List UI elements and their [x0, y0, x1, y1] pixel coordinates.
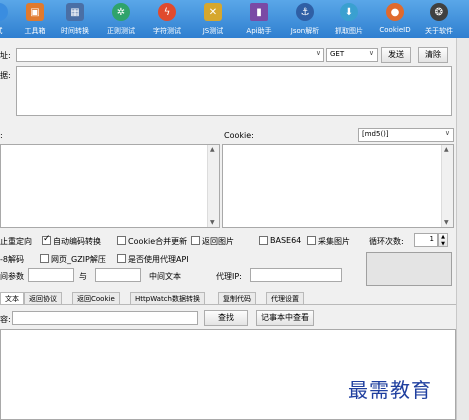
gear-wheel-icon: ✲ [112, 3, 130, 21]
tab-text[interactable]: 文本 [0, 292, 24, 304]
cookie-merge-checkbox[interactable] [117, 236, 126, 245]
clear-button[interactable]: 清除 [418, 47, 448, 63]
find-button[interactable]: 查找 [204, 310, 248, 326]
toolbar-item-about[interactable]: ❂ 关于软件 [420, 0, 458, 38]
cookie-textarea[interactable]: ▲ ▼ [222, 144, 454, 228]
aperture-icon: ❂ [430, 3, 448, 21]
base64-label: BASE64 [270, 236, 302, 245]
use-proxy-checkbox[interactable] [117, 254, 126, 263]
url-label: 址: [0, 51, 11, 60]
tools-icon: ✕ [204, 3, 222, 21]
auto-encode-checkbox[interactable] [42, 234, 51, 245]
toolbar-item-char-test[interactable]: ϟ 字符测试 [148, 0, 186, 38]
tab-copy-code[interactable]: 复制代码 [218, 292, 256, 304]
search-content-label: 容: [0, 315, 11, 324]
toolbar-item-api-helper[interactable]: ▮ Api助手 [240, 0, 278, 38]
lightning-icon: ϟ [158, 3, 176, 21]
cookie-scrollbar[interactable]: ▲ ▼ [441, 145, 453, 227]
toolbar-item-time-convert[interactable]: ▦ 时间转换 [56, 0, 94, 38]
anchor-icon: ⚓ [296, 3, 314, 21]
scroll-up-icon[interactable]: ▲ [444, 146, 449, 153]
return-image-checkbox[interactable] [191, 236, 200, 245]
post-data-input[interactable] [16, 66, 452, 116]
watermark-text: 最需教育 [348, 378, 432, 402]
proxy-ip-input[interactable] [250, 268, 342, 282]
open-in-notepad-button[interactable]: 记事本中查看 [256, 310, 314, 326]
headers-textarea[interactable]: ▲ ▼ [0, 144, 220, 228]
loop-count-spinner[interactable]: ▲ ▼ [438, 233, 448, 247]
toolbar-item-label: 正则测试 [107, 27, 135, 35]
and-label: 与 [79, 272, 87, 281]
tab-response-cookie[interactable]: 返回Cookie [72, 292, 120, 304]
toolbar-item-label: JS测试 [202, 27, 224, 35]
tab-divider [0, 304, 456, 305]
toolbar-item-regex-test[interactable]: ✲ 正则测试 [102, 0, 140, 38]
cookie-icon: ● [386, 3, 404, 21]
search-content-input[interactable] [12, 311, 198, 325]
toolbar-item-cookie-id[interactable]: ● CookieID [376, 0, 414, 38]
toolbar-item-label: Api助手 [246, 27, 272, 35]
chevron-down-icon: ∨ [368, 49, 374, 57]
toolbar: 试 ▣ 工具箱 ▦ 时间转换 ✲ 正则测试 ϟ 字符测试 ✕ JS测试 ▮ Ap… [0, 0, 469, 38]
toolbar-item-toolbox[interactable]: ▣ 工具箱 [16, 0, 54, 38]
toolbar-item-label: 字符测试 [153, 27, 181, 35]
auto-encode-label: 自动编码转换 [53, 237, 101, 246]
toolbar-item-grab-image[interactable]: ⬇ 抓取图片 [330, 0, 368, 38]
gzip-label: 网页_GZIP解压 [51, 255, 106, 264]
tab-response-protocol[interactable]: 返回协议 [24, 292, 62, 304]
loop-count-label: 循环次数: [369, 237, 404, 246]
return-image-label: 返回图片 [202, 237, 234, 246]
image-preview-box [366, 252, 452, 286]
headers-label: : [0, 131, 3, 140]
utf8-decode-label: -8解码 [0, 255, 24, 264]
use-proxy-label: 是否使用代理API [128, 255, 189, 264]
tab-httpwatch-convert[interactable]: HttpWatch数据转换 [130, 292, 205, 304]
scroll-up-icon[interactable]: ▲ [210, 146, 215, 153]
proxy-ip-label: 代理IP: [216, 272, 242, 281]
post-data-label: 据: [0, 71, 11, 80]
toolbar-item-label: CookieID [379, 26, 411, 34]
no-redirect-label: 止重定向 [0, 237, 32, 246]
url-dropdown-chevron-icon[interactable]: ∨ [316, 49, 321, 57]
url-input[interactable]: ∨ [16, 48, 324, 62]
param-end-input[interactable] [95, 268, 141, 282]
toolbar-item-label: 抓取图片 [335, 27, 363, 35]
cookie-merge-label: Cookie合并更新 [128, 237, 188, 246]
calendar-icon: ▦ [66, 3, 84, 21]
toolbar-item-label: 时间转换 [61, 27, 89, 35]
gzip-checkbox[interactable] [40, 254, 49, 263]
param-start-input[interactable] [28, 268, 74, 282]
mid-text-label: 中间文本 [149, 272, 181, 281]
download-icon: ⬇ [340, 3, 358, 21]
toolbar-item-label: 关于软件 [425, 27, 453, 35]
cookie-format-select[interactable]: [md5()] ∨ [358, 128, 454, 142]
window-right-edge [456, 38, 469, 420]
tab-proxy-settings[interactable]: 代理设置 [266, 292, 304, 304]
headers-scrollbar[interactable]: ▲ ▼ [207, 145, 219, 227]
method-value: GET [330, 50, 345, 58]
loop-count-value: 1 [429, 235, 434, 243]
chevron-down-icon: ∨ [444, 129, 450, 137]
cookie-label: Cookie: [224, 131, 254, 140]
collect-image-label: 采集图片 [318, 237, 350, 246]
collect-image-checkbox[interactable] [307, 236, 316, 245]
toolbar-item-json-parse[interactable]: ⚓ Json解析 [286, 0, 324, 38]
method-select[interactable]: GET ∨ [326, 48, 378, 62]
toolbox-icon: ▣ [26, 3, 44, 21]
cookie-format-value: [md5()] [362, 130, 389, 138]
scroll-down-icon[interactable]: ▼ [210, 219, 215, 226]
scroll-down-icon[interactable]: ▼ [444, 219, 449, 226]
partial-icon [0, 3, 8, 21]
toolbar-item-label: Json解析 [290, 27, 320, 35]
param-label: 间参数 [0, 272, 24, 281]
send-button[interactable]: 发送 [381, 47, 411, 63]
toolbar-item-js-test[interactable]: ✕ JS测试 [194, 0, 232, 38]
book-icon: ▮ [250, 3, 268, 21]
base64-checkbox[interactable] [259, 236, 268, 245]
loop-count-input[interactable]: 1 [414, 233, 438, 247]
